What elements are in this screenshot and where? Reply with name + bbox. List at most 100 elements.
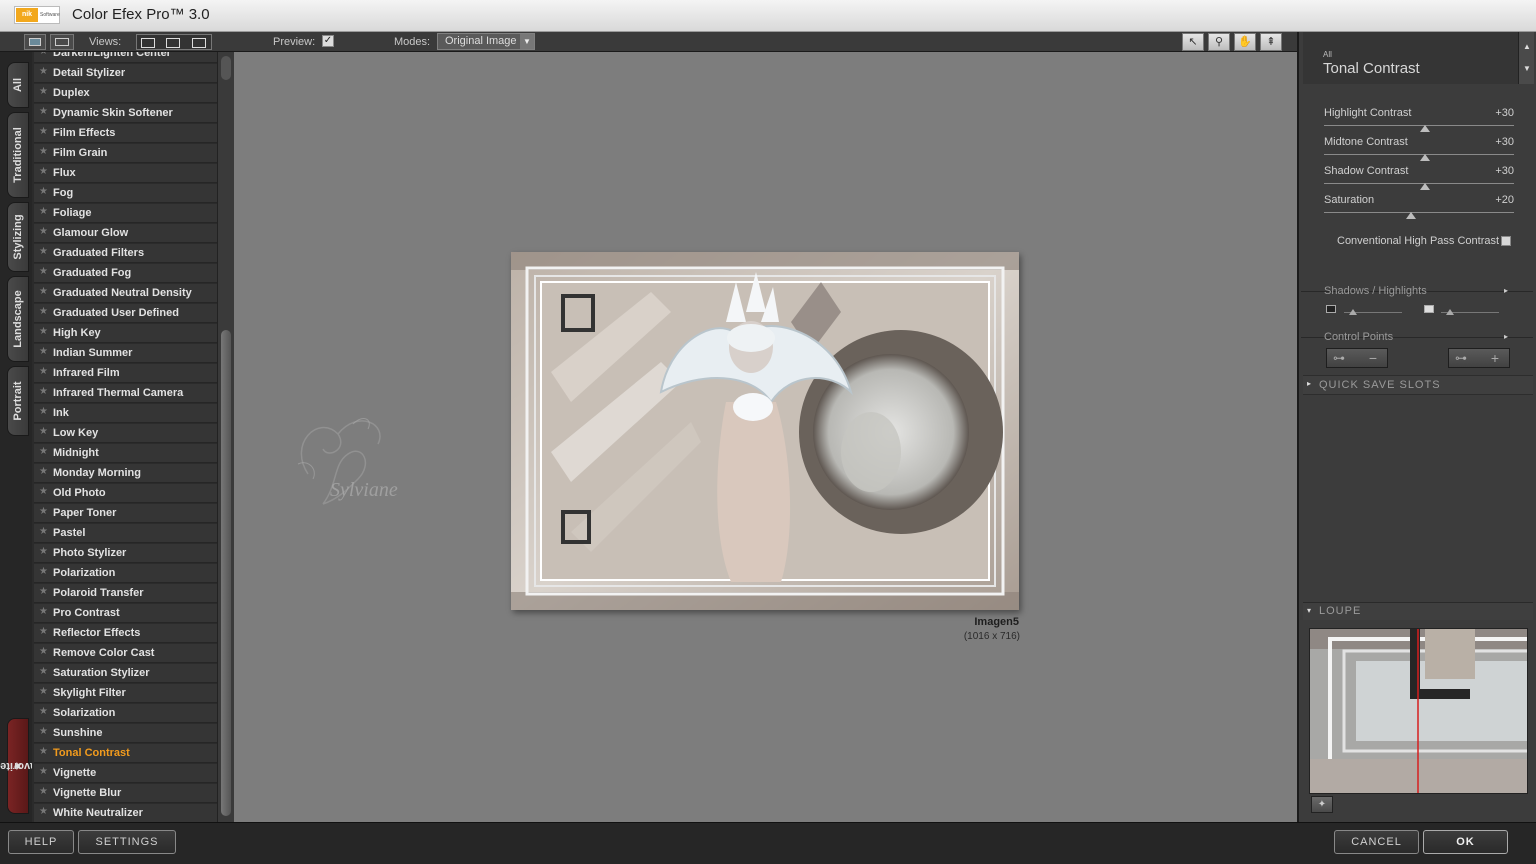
loupe-section[interactable]: ▾ LOUPE bbox=[1303, 602, 1533, 620]
slider-track[interactable] bbox=[1324, 183, 1514, 184]
quick-save-slots-section[interactable]: ▸ QUICK SAVE SLOTS bbox=[1303, 375, 1533, 395]
pointer-tool-button[interactable]: ↖ bbox=[1182, 33, 1204, 51]
filter-item[interactable]: ★ Film Effects bbox=[34, 124, 217, 143]
modes-select[interactable]: Original Image ▼ bbox=[437, 33, 535, 50]
slider-track[interactable] bbox=[1324, 212, 1514, 213]
star-icon[interactable]: ★ bbox=[39, 686, 48, 697]
star-icon[interactable]: ★ bbox=[39, 466, 48, 477]
tab-traditional[interactable]: Traditional bbox=[7, 112, 29, 198]
star-icon[interactable]: ★ bbox=[39, 526, 48, 537]
filter-item[interactable]: ★ Duplex bbox=[34, 84, 217, 103]
chevron-up-icon[interactable]: ▲ bbox=[1519, 42, 1535, 51]
loupe-view[interactable] bbox=[1309, 628, 1528, 794]
star-icon[interactable]: ★ bbox=[39, 646, 48, 657]
star-icon[interactable]: ★ bbox=[39, 166, 48, 177]
filter-item[interactable]: ★ Darken/Lighten Center bbox=[34, 52, 217, 63]
slider-thumb[interactable] bbox=[1420, 183, 1430, 190]
star-icon[interactable]: ★ bbox=[39, 806, 48, 817]
shadows-slider-thumb[interactable] bbox=[1349, 309, 1357, 315]
filter-item[interactable]: ★ Infrared Film bbox=[34, 364, 217, 383]
help-button[interactable]: HELP bbox=[8, 830, 74, 854]
filter-item[interactable]: ★ Midnight bbox=[34, 444, 217, 463]
cancel-button[interactable]: CANCEL bbox=[1334, 830, 1419, 854]
preview-canvas[interactable]: Sylviane Imagen5 (1016 x 716) bbox=[234, 52, 1297, 822]
star-icon[interactable]: ★ bbox=[39, 52, 48, 57]
filter-item[interactable]: ★ Dynamic Skin Softener bbox=[34, 104, 217, 123]
star-icon[interactable]: ★ bbox=[39, 186, 48, 197]
star-icon[interactable]: ★ bbox=[39, 346, 48, 357]
star-icon[interactable]: ★ bbox=[39, 766, 48, 777]
tab-portrait[interactable]: Portrait bbox=[7, 366, 29, 436]
filter-item[interactable]: ★ Flux bbox=[34, 164, 217, 183]
single-view-layout-button[interactable] bbox=[24, 34, 46, 50]
tab-all[interactable]: All bbox=[7, 62, 29, 108]
filter-item[interactable]: ★ Pro Contrast bbox=[34, 604, 217, 623]
star-icon[interactable]: ★ bbox=[39, 386, 48, 397]
filter-item[interactable]: ★ Infrared Thermal Camera bbox=[34, 384, 217, 403]
filter-item[interactable]: ★ Paper Toner bbox=[34, 504, 217, 523]
star-icon[interactable]: ★ bbox=[39, 246, 48, 257]
hand-tool-button[interactable]: ✋ bbox=[1234, 33, 1256, 51]
tab-landscape[interactable]: Landscape bbox=[7, 276, 29, 362]
loupe-pin-button[interactable]: ✦ bbox=[1311, 796, 1333, 813]
filter-item[interactable]: ★ Solarization bbox=[34, 704, 217, 723]
star-icon[interactable]: ★ bbox=[39, 406, 48, 417]
filter-item[interactable]: ★ Film Grain bbox=[34, 144, 217, 163]
panel-scroll-arrows[interactable]: ▲ ▼ bbox=[1518, 32, 1534, 84]
filter-item[interactable]: ★ High Key bbox=[34, 324, 217, 343]
star-icon[interactable]: ★ bbox=[39, 606, 48, 617]
filter-item[interactable]: ★ Ink bbox=[34, 404, 217, 423]
star-icon[interactable]: ★ bbox=[39, 86, 48, 97]
chevron-right-icon[interactable]: ▸ bbox=[1504, 332, 1508, 341]
filter-item[interactable]: ★ Remove Color Cast bbox=[34, 644, 217, 663]
filter-item[interactable]: ★ Low Key bbox=[34, 424, 217, 443]
ok-button[interactable]: OK bbox=[1423, 830, 1508, 854]
star-icon[interactable]: ★ bbox=[39, 266, 48, 277]
filter-item[interactable]: ★ Tonal Contrast bbox=[34, 744, 217, 763]
add-positive-control-point-button[interactable]: ⊶ + bbox=[1448, 348, 1510, 368]
slider-thumb[interactable] bbox=[1420, 154, 1430, 161]
star-icon[interactable]: ★ bbox=[39, 206, 48, 217]
filter-item[interactable]: ★ White Neutralizer bbox=[34, 804, 217, 822]
star-icon[interactable]: ★ bbox=[39, 546, 48, 557]
star-icon[interactable]: ★ bbox=[39, 366, 48, 377]
control-point-tool-button[interactable]: ⇞ bbox=[1260, 33, 1282, 51]
star-icon[interactable]: ★ bbox=[39, 666, 48, 677]
star-icon[interactable]: ★ bbox=[39, 66, 48, 77]
filter-item[interactable]: ★ Foliage bbox=[34, 204, 217, 223]
filter-item[interactable]: ★ Reflector Effects bbox=[34, 624, 217, 643]
star-icon[interactable]: ★ bbox=[39, 146, 48, 157]
star-icon[interactable]: ★ bbox=[39, 726, 48, 737]
star-icon[interactable]: ★ bbox=[39, 746, 48, 757]
filter-item[interactable]: ★ Vignette bbox=[34, 764, 217, 783]
highlights-slider-thumb[interactable] bbox=[1446, 309, 1454, 315]
star-icon[interactable]: ★ bbox=[39, 326, 48, 337]
preview-checkbox[interactable]: ✓ bbox=[322, 35, 334, 47]
filter-item[interactable]: ★ Glamour Glow bbox=[34, 224, 217, 243]
star-icon[interactable]: ★ bbox=[39, 426, 48, 437]
slider-track[interactable] bbox=[1324, 125, 1514, 126]
filter-item[interactable]: ★ Detail Stylizer bbox=[34, 64, 217, 83]
filter-item[interactable]: ★ Graduated User Defined bbox=[34, 304, 217, 323]
star-icon[interactable]: ★ bbox=[39, 226, 48, 237]
filter-item[interactable]: ★ Fog bbox=[34, 184, 217, 203]
star-icon[interactable]: ★ bbox=[39, 586, 48, 597]
star-icon[interactable]: ★ bbox=[39, 306, 48, 317]
filter-item[interactable]: ★ Polarization bbox=[34, 564, 217, 583]
filter-item[interactable]: ★ Graduated Filters bbox=[34, 244, 217, 263]
chevron-down-icon[interactable]: ▼ bbox=[1519, 64, 1535, 73]
split-view-icon[interactable] bbox=[166, 38, 180, 48]
star-icon[interactable]: ★ bbox=[39, 486, 48, 497]
filter-item[interactable]: ★ Monday Morning bbox=[34, 464, 217, 483]
settings-button[interactable]: SETTINGS bbox=[78, 830, 176, 854]
star-icon[interactable]: ★ bbox=[39, 566, 48, 577]
single-view-icon[interactable] bbox=[141, 38, 155, 48]
slider-thumb[interactable] bbox=[1406, 212, 1416, 219]
star-icon[interactable]: ★ bbox=[39, 106, 48, 117]
filter-item[interactable]: ★ Old Photo bbox=[34, 484, 217, 503]
star-icon[interactable]: ★ bbox=[39, 786, 48, 797]
star-icon[interactable]: ★ bbox=[39, 286, 48, 297]
add-negative-control-point-button[interactable]: ⊶ − bbox=[1326, 348, 1388, 368]
star-icon[interactable]: ★ bbox=[39, 126, 48, 137]
star-icon[interactable]: ★ bbox=[39, 626, 48, 637]
